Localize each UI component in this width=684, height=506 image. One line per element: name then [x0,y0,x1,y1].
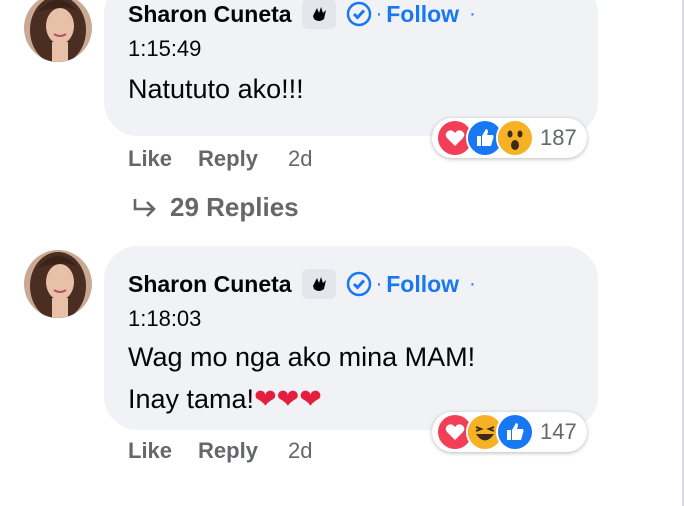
comment-actions: Like Reply 2d [128,146,312,172]
separator-dot: · [375,272,383,295]
follow-button[interactable]: Follow [386,1,459,28]
verified-badge-icon [346,1,372,27]
avatar[interactable] [24,0,92,62]
like-button[interactable]: Like [128,146,172,172]
replies-count-label: 29 Replies [170,192,299,222]
comment-text-segment: Inay tama! [128,384,255,414]
reply-button[interactable]: Reply [198,146,258,172]
comment-text-line: Wag mo nga ako mina MAM! [128,342,476,372]
video-timestamp[interactable]: 1:18:03 [128,306,201,332]
verified-badge-icon [346,271,372,297]
video-timestamp[interactable]: 1:15:49 [128,36,201,62]
avatar[interactable] [24,250,92,318]
view-replies-button[interactable]: 29 Replies [132,192,299,223]
reaction-count: 147 [540,419,577,444]
comment-bubble: Sharon Cuneta · Follow · 1:15:49 Natutut… [104,0,598,136]
reply-arrow-icon [133,198,156,217]
follow-button[interactable]: Follow [386,271,459,298]
reaction-summary[interactable]: 147 [432,412,587,452]
separator-dot: · [375,2,383,25]
wow-icon [496,119,534,157]
like-button[interactable]: Like [128,438,172,464]
author-name[interactable]: Sharon Cuneta [128,1,292,28]
top-fan-badge-icon[interactable] [301,269,336,299]
reply-button[interactable]: Reply [198,438,258,464]
author-row: Sharon Cuneta · Follow · [128,0,476,32]
top-fan-badge-icon[interactable] [301,0,336,29]
comment-text: Wag mo nga ako mina MAM! Inay tama!❤❤❤ [128,336,588,420]
like-icon [496,413,534,451]
heart-emoji: ❤❤❤ [254,384,322,414]
reaction-count: 187 [540,125,577,150]
comment-age[interactable]: 2d [288,146,312,172]
comment: Sharon Cuneta · Follow · 1:18:03 Wag mo … [0,246,684,506]
author-name[interactable]: Sharon Cuneta [128,271,292,298]
reaction-summary[interactable]: 187 [432,118,587,158]
comment: Sharon Cuneta · Follow · 1:15:49 Natutut… [0,0,684,240]
comment-actions: Like Reply 2d [128,438,312,464]
separator-dot: · [469,272,476,295]
comment-bubble: Sharon Cuneta · Follow · 1:18:03 Wag mo … [104,246,598,430]
author-row: Sharon Cuneta · Follow · [128,266,476,302]
separator-dot: · [469,2,476,25]
comment-age[interactable]: 2d [288,438,312,464]
comment-text: Natututo ako!!! [128,74,304,104]
